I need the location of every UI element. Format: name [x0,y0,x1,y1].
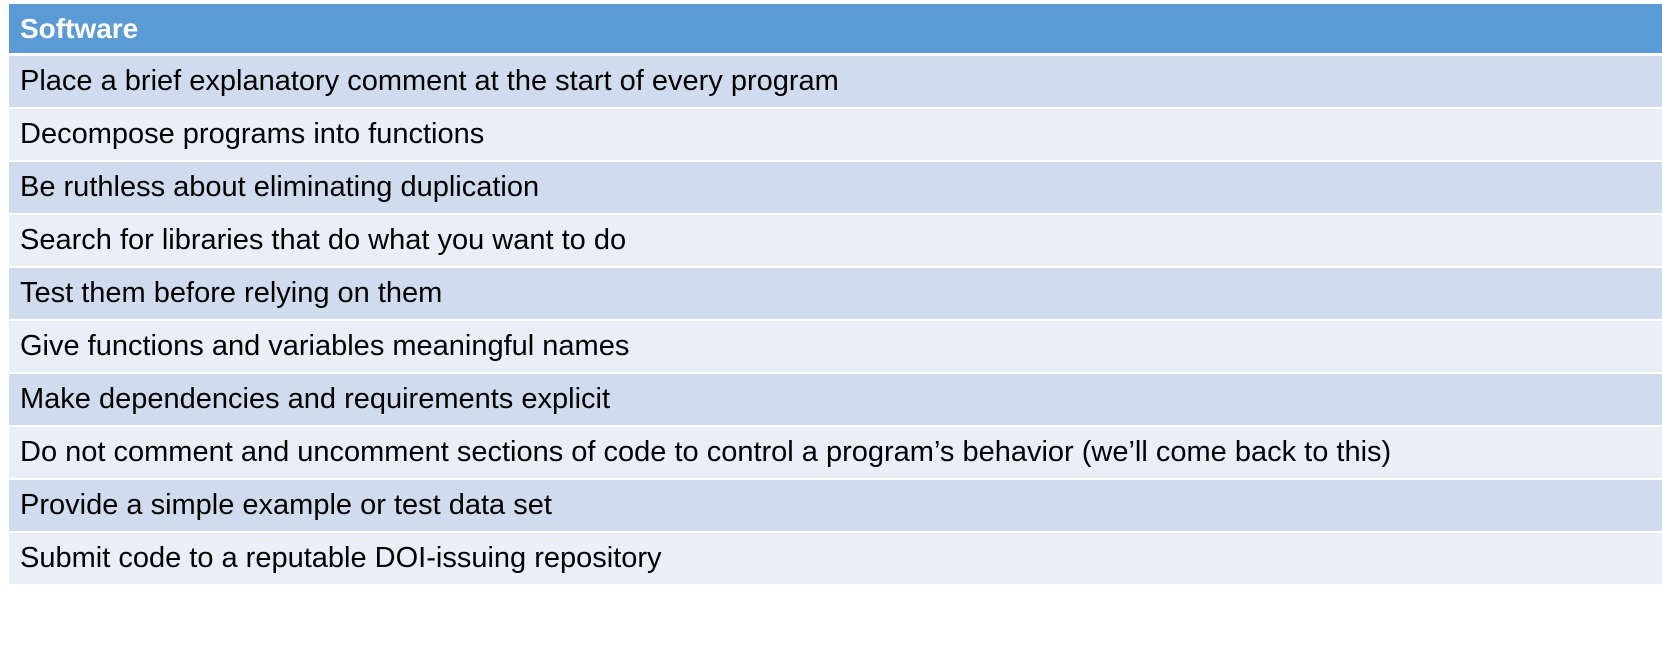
table-header: Software [9,4,1662,56]
table-row: Give functions and variables meaningful … [9,321,1662,374]
table-row: Search for libraries that do what you wa… [9,215,1662,268]
table-row: Be ruthless about eliminating duplicatio… [9,162,1662,215]
table-row: Place a brief explanatory comment at the… [9,56,1662,109]
table-row: Decompose programs into functions [9,109,1662,162]
table-body: Place a brief explanatory comment at the… [9,56,1662,586]
table-row: Provide a simple example or test data se… [9,480,1662,533]
table-row: Do not comment and uncomment sections of… [9,427,1662,480]
table-row: Make dependencies and requirements expli… [9,374,1662,427]
software-table: Software Place a brief explanatory comme… [9,4,1662,586]
table-row: Submit code to a reputable DOI-issuing r… [9,533,1662,586]
table-row: Test them before relying on them [9,268,1662,321]
